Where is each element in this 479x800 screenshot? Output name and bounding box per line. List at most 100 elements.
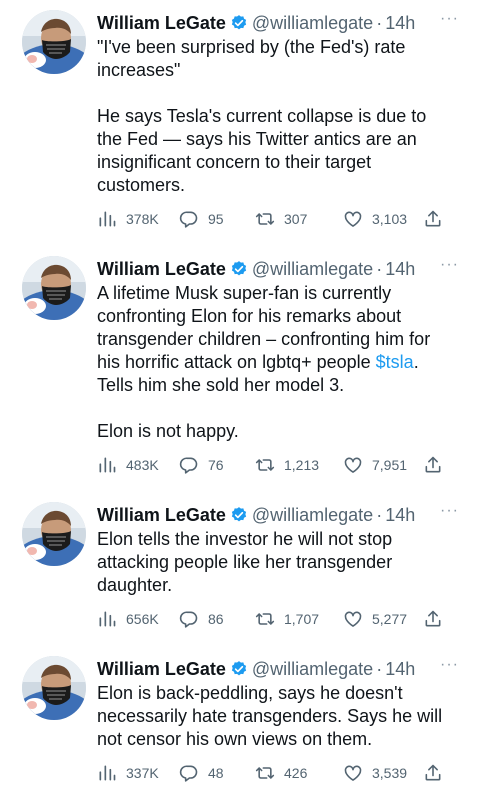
tweet-line: He says Tesla's current collapse is due … [97, 106, 427, 126]
more-icon[interactable]: ··· [440, 256, 462, 278]
like-count: 3,103 [372, 211, 408, 227]
avatar[interactable] [22, 502, 86, 566]
verified-badge-icon [230, 14, 248, 32]
tweet[interactable]: William LeGate @williamlegate · 14h ··· … [0, 10, 479, 235]
reply-button[interactable]: 48 [179, 761, 224, 785]
more-icon[interactable]: ··· [440, 10, 462, 32]
author-handle[interactable]: @williamlegate [252, 659, 373, 680]
tweet-actions: 483K 76 1,213 7,951 [97, 453, 457, 477]
views-icon [97, 209, 117, 229]
avatar[interactable] [22, 656, 86, 720]
timestamp[interactable]: 14h [385, 659, 415, 680]
verified-badge-icon [230, 506, 248, 524]
like-count: 5,277 [372, 611, 408, 627]
tweet-text: "I've been surprised by (the Fed's) rate… [97, 36, 462, 197]
retweet-count: 307 [284, 211, 308, 227]
share-button[interactable] [423, 453, 452, 477]
reply-icon [179, 763, 199, 783]
like-button[interactable]: 3,539 [343, 761, 407, 785]
retweet-button[interactable]: 307 [255, 207, 307, 231]
tweet-header: William LeGate @williamlegate · 14h [97, 656, 415, 682]
author-name[interactable]: William LeGate [97, 505, 226, 526]
tweet-line: increases" [97, 60, 181, 80]
share-button[interactable] [423, 607, 452, 631]
tweet-header: William LeGate @williamlegate · 14h [97, 502, 415, 528]
timestamp[interactable]: 14h [385, 505, 415, 526]
tweet-line: confronting Elon for his remarks about [97, 306, 402, 326]
retweet-icon [255, 455, 275, 475]
more-icon[interactable]: ··· [440, 502, 462, 524]
tweet-line: transgender children – confronting him f… [97, 329, 431, 349]
views-button[interactable]: 656K [97, 607, 159, 631]
views-icon [97, 609, 117, 629]
share-icon [423, 455, 443, 475]
author-handle[interactable]: @williamlegate [252, 505, 373, 526]
retweet-icon [255, 763, 275, 783]
author-name[interactable]: William LeGate [97, 13, 226, 34]
like-icon [343, 209, 363, 229]
share-icon [423, 609, 443, 629]
tweet[interactable]: William LeGate @williamlegate · 14h ··· … [0, 256, 479, 481]
share-button[interactable] [423, 207, 452, 231]
views-button[interactable]: 337K [97, 761, 159, 785]
like-button[interactable]: 3,103 [343, 207, 407, 231]
timestamp[interactable]: 14h [385, 259, 415, 280]
reply-button[interactable]: 76 [179, 453, 224, 477]
separator: · [376, 504, 383, 525]
tweet-line: Elon tells the investor he will not stop [97, 529, 393, 549]
like-count: 3,539 [372, 765, 408, 781]
tweet-line: Elon is back-peddling, says he doesn't [97, 683, 403, 703]
reply-button[interactable]: 86 [179, 607, 224, 631]
retweet-button[interactable]: 426 [255, 761, 307, 785]
avatar[interactable] [22, 256, 86, 320]
retweet-icon [255, 609, 275, 629]
tweet-line: not censor his own views on them. [97, 729, 373, 749]
retweet-button[interactable]: 1,707 [255, 607, 319, 631]
tweet-line: his horrific attack on lgbtq+ people $ts… [97, 351, 462, 374]
tweet-line: Tells him she sold her model 3. [97, 375, 345, 395]
retweet-count: 1,213 [284, 457, 320, 473]
share-icon [423, 209, 443, 229]
author-name[interactable]: William LeGate [97, 659, 226, 680]
retweet-count: 1,707 [284, 611, 320, 627]
tweet-text: A lifetime Musk super-fan is currently c… [97, 282, 462, 443]
tweet-text-segment: . [413, 352, 419, 372]
reply-button[interactable]: 95 [179, 207, 224, 231]
author-handle[interactable]: @williamlegate [252, 259, 373, 280]
author-handle[interactable]: @williamlegate [252, 13, 373, 34]
views-count: 337K [126, 765, 159, 781]
views-button[interactable]: 483K [97, 453, 159, 477]
views-count: 483K [126, 457, 159, 473]
tweet[interactable]: William LeGate @williamlegate · 14h ··· … [0, 656, 479, 789]
views-count: 378K [126, 211, 159, 227]
tweet[interactable]: William LeGate @williamlegate · 14h ··· … [0, 502, 479, 635]
reply-count: 95 [208, 211, 224, 227]
like-icon [343, 455, 363, 475]
tweet-line: the Fed — says his Twitter antics are an [97, 129, 417, 149]
reply-count: 76 [208, 457, 224, 473]
author-name[interactable]: William LeGate [97, 259, 226, 280]
more-icon[interactable]: ··· [440, 656, 462, 678]
tweet-line: A lifetime Musk super-fan is currently [97, 283, 392, 303]
tweet-line: necessarily hate transgenders. Says he w… [97, 706, 443, 726]
like-button[interactable]: 5,277 [343, 607, 407, 631]
retweet-button[interactable]: 1,213 [255, 453, 319, 477]
avatar[interactable] [22, 10, 86, 74]
tweet-actions: 337K 48 426 3,539 [97, 761, 457, 785]
verified-badge-icon [230, 660, 248, 678]
views-icon [97, 455, 117, 475]
tweet-text-segment: his horrific attack on lgbtq+ people [97, 352, 376, 372]
tweet-text: Elon tells the investor he will not stop… [97, 528, 462, 597]
reply-count: 86 [208, 611, 224, 627]
retweet-count: 426 [284, 765, 308, 781]
timestamp[interactable]: 14h [385, 13, 415, 34]
reply-icon [179, 209, 199, 229]
views-count: 656K [126, 611, 159, 627]
views-button[interactable]: 378K [97, 207, 159, 231]
tweet-actions: 656K 86 1,707 5,277 [97, 607, 457, 631]
retweet-icon [255, 209, 275, 229]
share-button[interactable] [423, 761, 452, 785]
cashtag-link[interactable]: $tsla [376, 352, 414, 372]
like-button[interactable]: 7,951 [343, 453, 407, 477]
tweet-line: attacking people like her transgender [97, 552, 393, 572]
